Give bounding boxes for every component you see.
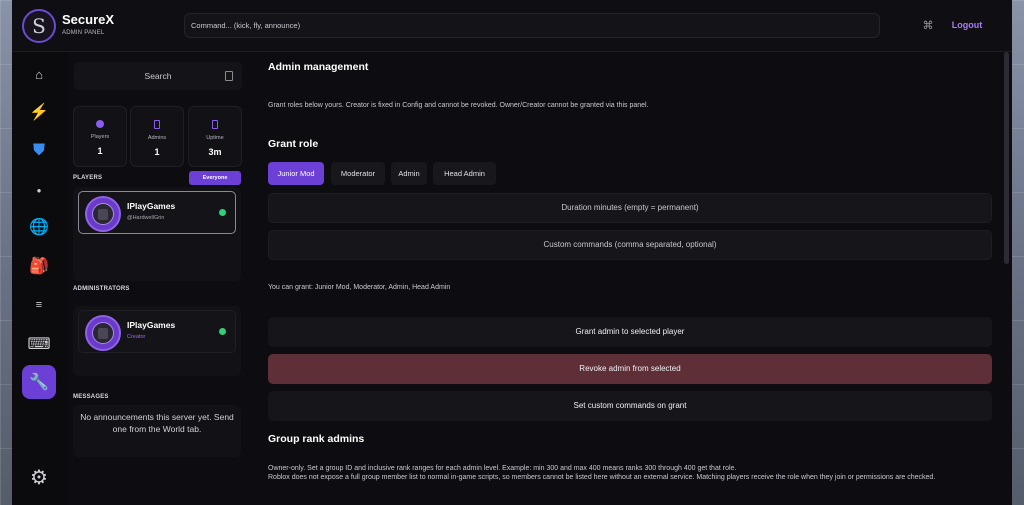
can-grant-text: You can grant: Junior Mod, Moderator, Ad… xyxy=(268,284,451,291)
online-status-dot xyxy=(219,209,226,216)
dot-icon[interactable]: ● xyxy=(22,173,56,207)
side-column: Search Players 1 Admins 1 Uptime 3m PLAY… xyxy=(72,52,256,505)
role-chip-head-admin[interactable]: Head Admin xyxy=(433,162,496,185)
menu-icon[interactable]: ≡ xyxy=(22,288,56,322)
stat-uptime: Uptime 3m xyxy=(188,106,242,167)
grant-role-title: Grant role xyxy=(268,138,319,150)
securex-logo: S xyxy=(22,9,56,43)
keyboard-icon[interactable]: ⌨ xyxy=(22,327,56,361)
duration-input[interactable]: Duration minutes (empty = permanent) xyxy=(268,193,992,223)
app-title: SecureX xyxy=(62,12,115,27)
stat-players: Players 1 xyxy=(73,106,127,167)
gear-icon[interactable]: ⚙ xyxy=(22,460,56,494)
header-bar: S SecureX ADMIN PANEL Command... (kick, … xyxy=(12,0,1012,52)
messages-box: No announcements this server yet. Send o… xyxy=(73,405,241,457)
main-content: Admin management Grant roles below yours… xyxy=(256,52,1004,505)
set-custom-commands-button[interactable]: Set custom commands on grant xyxy=(268,391,992,421)
role-chip-admin[interactable]: Admin xyxy=(391,162,427,185)
player-search-input[interactable]: Search xyxy=(74,62,242,90)
everyone-button[interactable]: Everyone xyxy=(189,171,241,185)
players-stat-icon xyxy=(96,120,104,128)
revoke-admin-button[interactable]: Revoke admin from selected xyxy=(268,354,992,384)
players-section-label: PLAYERS xyxy=(73,175,103,181)
group-rank-text-2: Roblox does not expose a full group memb… xyxy=(268,474,936,481)
group-rank-admins-title: Group rank admins xyxy=(268,433,365,445)
globe-icon[interactable]: 🌐 xyxy=(22,210,56,244)
nav-rail: ⌂ ⚡ ⛊ ● 🌐 🎒 ≡ ⌨ 🔧 ⚙ xyxy=(12,52,68,505)
wrench-icon[interactable]: 🔧 xyxy=(22,365,56,399)
custom-commands-input[interactable]: Custom commands (comma separated, option… xyxy=(268,230,992,260)
shield-icon[interactable]: ⛊ xyxy=(22,134,56,168)
role-chip-junior-mod[interactable]: Junior Mod xyxy=(268,162,324,185)
stat-admins: Admins 1 xyxy=(130,106,184,167)
home-icon[interactable]: ⌂ xyxy=(22,57,56,91)
avatar xyxy=(85,315,121,351)
admin-panel: S SecureX ADMIN PANEL Command... (kick, … xyxy=(12,0,1012,505)
administrators-list: IPlayGames Creator xyxy=(73,306,241,376)
lightning-icon[interactable]: ⚡ xyxy=(22,95,56,129)
logout-button[interactable]: Logout xyxy=(942,13,992,38)
intro-text: Grant roles below yours. Creator is fixe… xyxy=(268,102,649,109)
players-list: IPlayGames @HardwellGrin xyxy=(73,187,241,281)
role-chip-moderator[interactable]: Moderator xyxy=(331,162,385,185)
messages-empty-text: No announcements this server yet. Send o… xyxy=(80,412,234,434)
app-subtitle: ADMIN PANEL xyxy=(62,30,105,36)
group-rank-text-1: Owner-only. Set a group ID and inclusive… xyxy=(268,465,737,472)
avatar xyxy=(85,196,121,232)
main-scrollbar[interactable] xyxy=(1004,52,1009,264)
grant-admin-button[interactable]: Grant admin to selected player xyxy=(268,317,992,347)
online-status-dot xyxy=(219,328,226,335)
player-card[interactable]: IPlayGames @HardwellGrin xyxy=(78,191,236,234)
command-key-icon[interactable]: ⌘ xyxy=(918,15,938,36)
search-box-icon xyxy=(225,71,233,81)
messages-section-label: MESSAGES xyxy=(73,394,109,400)
uptime-stat-icon xyxy=(212,120,218,129)
admin-management-title: Admin management xyxy=(268,61,369,73)
command-input[interactable]: Command... (kick, fly, announce) xyxy=(184,13,880,38)
backpack-icon[interactable]: 🎒 xyxy=(22,249,56,283)
administrators-section-label: ADMINISTRATORS xyxy=(73,286,130,292)
admin-card[interactable]: IPlayGames Creator xyxy=(78,310,236,353)
admins-stat-icon xyxy=(154,120,160,129)
